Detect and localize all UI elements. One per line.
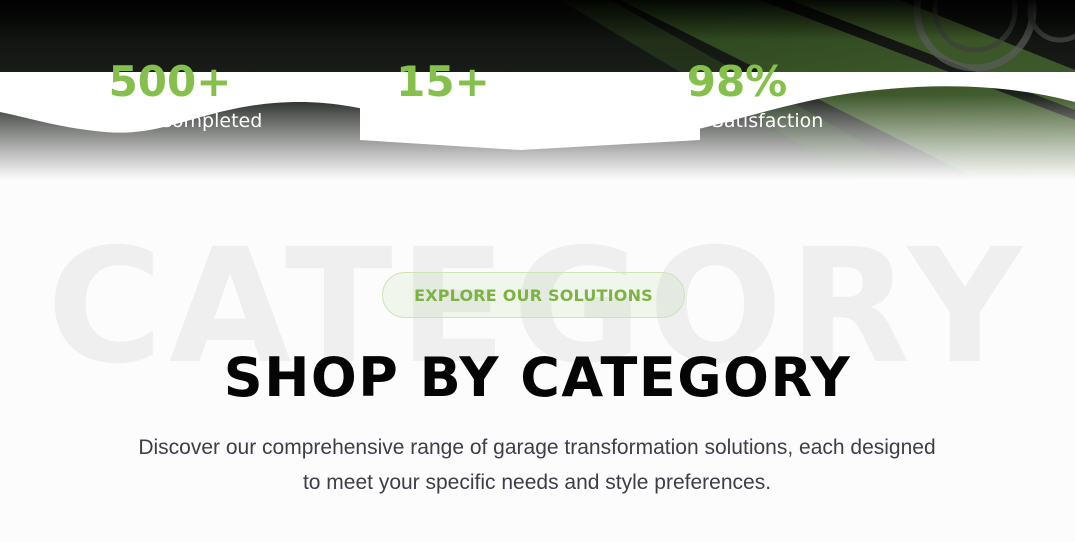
hero-stats-band: 500+ Projects Completed 15+ Years Experi… — [0, 0, 1075, 180]
section-description: Discover our comprehensive range of gara… — [138, 436, 936, 494]
stat-satisfaction: 98% Client Satisfaction — [627, 58, 847, 133]
stat-label: Years Experience — [361, 110, 525, 132]
stats-row: 500+ Projects Completed 15+ Years Experi… — [0, 0, 1075, 180]
stat-experience: 15+ Years Experience — [333, 58, 553, 133]
stat-value: 98% — [686, 57, 788, 106]
page: 500+ Projects Completed 15+ Years Experi… — [0, 0, 1075, 542]
stat-label: Client Satisfaction — [650, 110, 824, 132]
stat-value: 15+ — [396, 57, 490, 106]
section-title: SHOP BY CATEGORY — [223, 346, 852, 409]
stat-value: 500+ — [108, 57, 232, 106]
stat-projects: 500+ Projects Completed — [60, 58, 280, 133]
explore-solutions-badge: EXPLORE OUR SOLUTIONS — [382, 272, 685, 318]
stat-label: Projects Completed — [77, 110, 263, 132]
